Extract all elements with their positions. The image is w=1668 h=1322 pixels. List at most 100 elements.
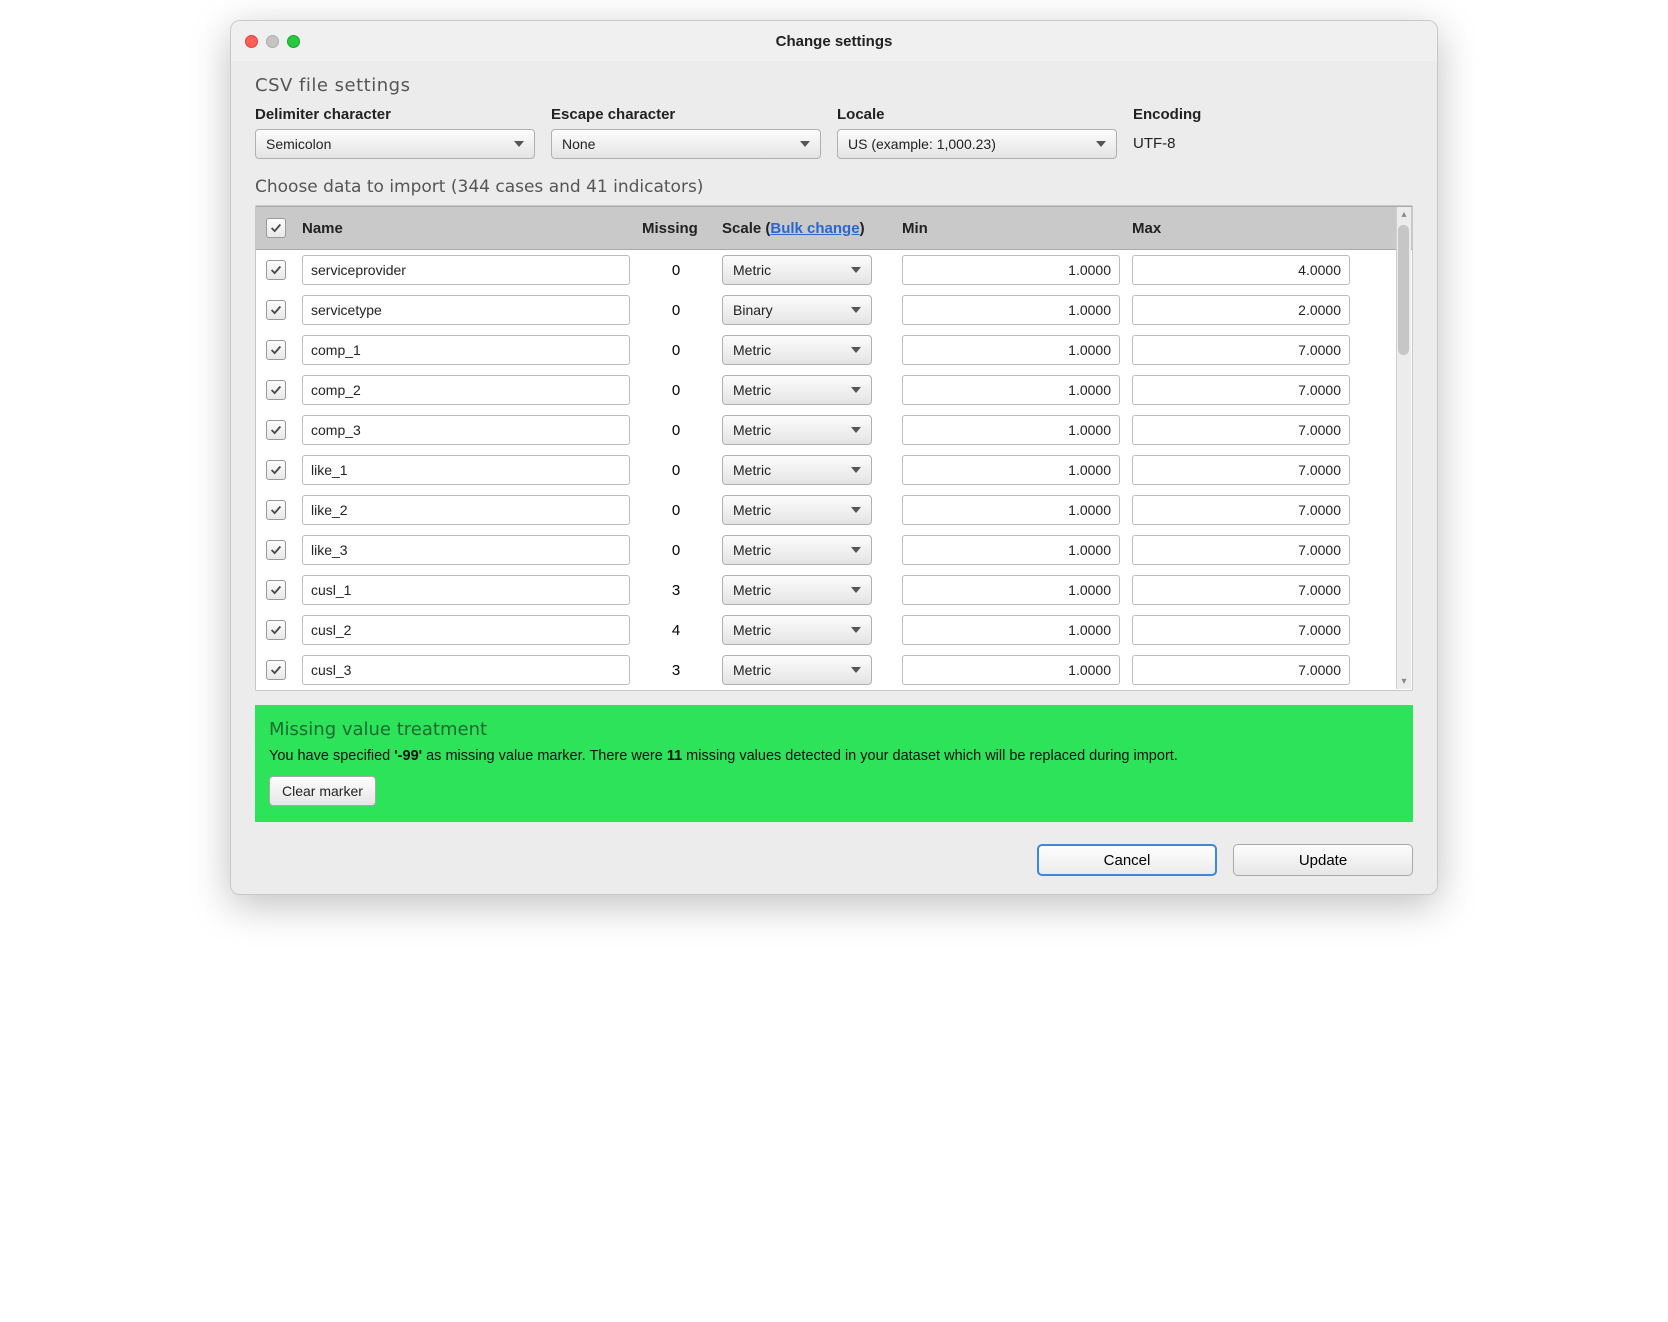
name-input[interactable] [302,535,630,565]
scroll-up-icon[interactable]: ▴ [1397,207,1411,222]
name-input[interactable] [302,575,630,605]
delimiter-label: Delimiter character [255,106,535,123]
min-input[interactable] [902,335,1120,365]
row-checkbox[interactable] [266,660,286,680]
max-input[interactable] [1132,375,1350,405]
scale-dropdown[interactable]: Metric [722,255,872,285]
missing-panel-text: You have specified '-99' as missing valu… [269,748,1399,764]
row-checkbox[interactable] [266,300,286,320]
name-input[interactable] [302,455,630,485]
table-row: 0Metric [256,330,1412,370]
max-input[interactable] [1132,335,1350,365]
escape-dropdown[interactable]: None [551,129,821,159]
titlebar: Change settings [231,21,1437,61]
scale-dropdown[interactable]: Metric [722,575,872,605]
chevron-down-icon [851,507,861,513]
missing-text-mid: as missing value marker. There were [422,748,667,764]
name-input[interactable] [302,415,630,445]
max-input[interactable] [1132,495,1350,525]
name-input[interactable] [302,335,630,365]
max-input[interactable] [1132,655,1350,685]
row-checkbox[interactable] [266,540,286,560]
row-checkbox[interactable] [266,340,286,360]
name-input[interactable] [302,255,630,285]
min-input[interactable] [902,655,1120,685]
chevron-down-icon [851,587,861,593]
scale-value: Metric [733,382,771,398]
max-input[interactable] [1132,255,1350,285]
select-all-checkbox[interactable] [266,218,286,238]
chevron-down-icon [851,307,861,313]
row-checkbox[interactable] [266,580,286,600]
row-checkbox[interactable] [266,500,286,520]
max-input[interactable] [1132,415,1350,445]
name-input[interactable] [302,655,630,685]
dialog-window: Change settings CSV file settings Delimi… [230,20,1438,895]
locale-dropdown[interactable]: US (example: 1,000.23) [837,129,1117,159]
missing-text-pre: You have specified [269,748,394,764]
row-checkbox[interactable] [266,380,286,400]
table-row: 0Metric [256,490,1412,530]
scroll-thumb[interactable] [1398,225,1409,355]
chevron-down-icon [851,267,861,273]
max-input[interactable] [1132,575,1350,605]
max-input[interactable] [1132,455,1350,485]
missing-value: 3 [636,582,716,599]
min-input[interactable] [902,455,1120,485]
scale-dropdown[interactable]: Metric [722,535,872,565]
scale-dropdown[interactable]: Metric [722,335,872,365]
min-input[interactable] [902,575,1120,605]
scale-dropdown[interactable]: Metric [722,415,872,445]
chevron-down-icon [851,347,861,353]
name-input[interactable] [302,375,630,405]
delimiter-dropdown[interactable]: Semicolon [255,129,535,159]
min-input[interactable] [902,615,1120,645]
name-input[interactable] [302,295,630,325]
chevron-down-icon [851,627,861,633]
max-input[interactable] [1132,535,1350,565]
scale-dropdown[interactable]: Metric [722,455,872,485]
min-input[interactable] [902,535,1120,565]
bulk-change-link[interactable]: Bulk change [770,220,859,237]
row-checkbox[interactable] [266,460,286,480]
chevron-down-icon [851,467,861,473]
row-checkbox[interactable] [266,260,286,280]
window-title: Change settings [231,33,1437,50]
name-input[interactable] [302,495,630,525]
scroll-down-icon[interactable]: ▾ [1397,674,1411,689]
cancel-button[interactable]: Cancel [1037,844,1217,876]
scale-value: Metric [733,542,771,558]
min-input[interactable] [902,495,1120,525]
scale-value: Metric [733,262,771,278]
update-button[interactable]: Update [1233,844,1413,876]
chevron-down-icon [1096,141,1106,147]
table-row: 0Metric [256,370,1412,410]
max-input[interactable] [1132,295,1350,325]
dialog-footer: Cancel Update [255,844,1413,876]
choose-data-heading: Choose data to import (344 cases and 41 … [255,177,1413,197]
min-input[interactable] [902,255,1120,285]
clear-marker-button[interactable]: Clear marker [269,776,376,806]
min-input[interactable] [902,415,1120,445]
scale-value: Metric [733,422,771,438]
min-input[interactable] [902,375,1120,405]
scale-value: Metric [733,582,771,598]
min-input[interactable] [902,295,1120,325]
table-row: 3Metric [256,650,1412,690]
scale-value: Binary [733,302,773,318]
max-input[interactable] [1132,615,1350,645]
scale-dropdown[interactable]: Metric [722,655,872,685]
row-checkbox[interactable] [266,420,286,440]
scrollbar[interactable]: ▴ ▾ [1396,207,1411,689]
scale-dropdown[interactable]: Metric [722,375,872,405]
scale-dropdown[interactable]: Binary [722,295,872,325]
missing-marker: '-99' [394,748,422,764]
table-body[interactable]: 0Metric0Binary0Metric0Metric0Metric0Metr… [256,250,1412,690]
locale-label: Locale [837,106,1117,123]
table-row: 0Metric [256,250,1412,290]
scale-dropdown[interactable]: Metric [722,495,872,525]
scale-dropdown[interactable]: Metric [722,615,872,645]
name-input[interactable] [302,615,630,645]
row-checkbox[interactable] [266,620,286,640]
table-row: 3 Metric [256,570,1412,610]
